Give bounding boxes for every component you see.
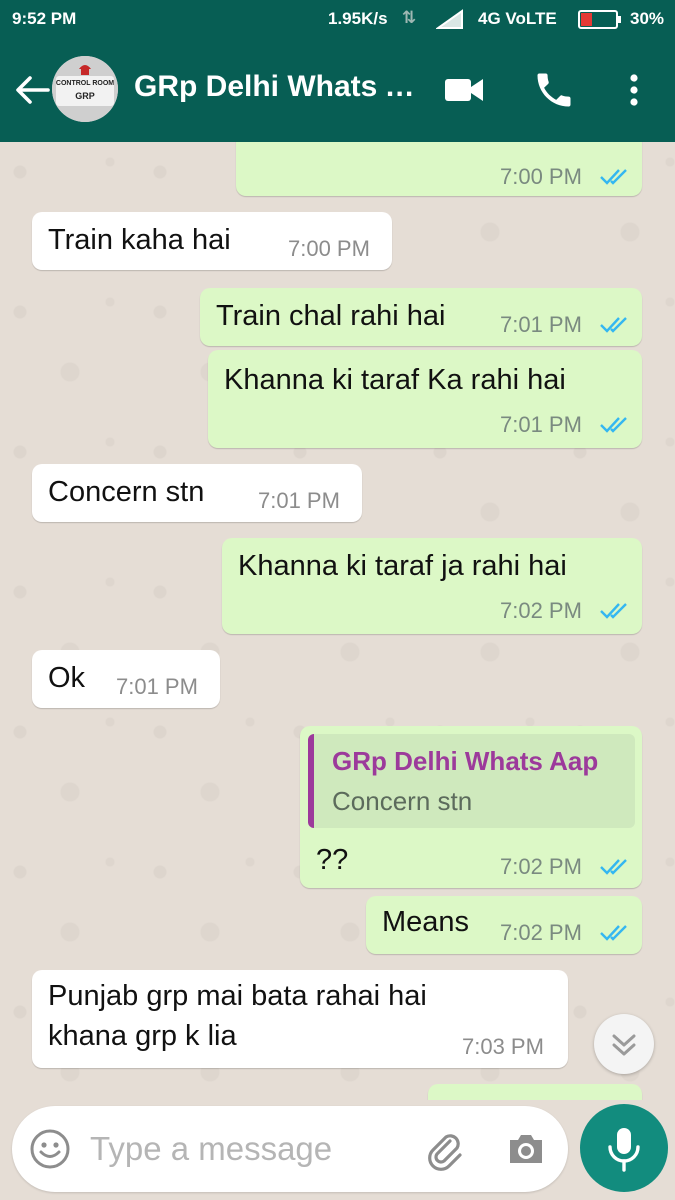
read-ticks-icon — [600, 603, 627, 619]
mic-icon — [608, 1128, 640, 1172]
camera-icon — [510, 1135, 542, 1163]
message-bubble-outgoing[interactable]: 7:00 PM — [236, 142, 642, 196]
message-time: 7:00 PM — [288, 236, 370, 261]
message-time: 7:02 PM — [500, 854, 582, 879]
message-text: ?? — [316, 844, 349, 876]
read-ticks-icon — [600, 859, 627, 875]
message-time: 7:03 PM — [462, 1034, 544, 1059]
message-bubble-incoming[interactable]: Punjab grp mai bata rahai hai khana grp … — [32, 970, 568, 1068]
message-bubble-incoming[interactable]: Concern stn 7:01 PM — [32, 464, 362, 522]
message-text: Train chal rahi hai — [216, 300, 446, 332]
message-time: 7:01 PM — [116, 674, 198, 699]
read-ticks-icon — [600, 925, 627, 941]
chat-title[interactable]: GRp Delhi Whats Aap — [134, 70, 424, 104]
read-ticks-icon — [600, 417, 627, 433]
message-time: 7:02 PM — [500, 920, 582, 945]
message-bubble-outgoing[interactable]: Khanna ki taraf Ka rahi hai 7:01 PM — [208, 350, 642, 448]
back-arrow-icon — [16, 76, 50, 104]
emoji-icon — [30, 1129, 70, 1169]
message-text: Khanna ki taraf Ka rahi hai — [224, 364, 566, 396]
message-composer — [12, 1106, 568, 1192]
chat-area[interactable]: 7:00 PM Train kaha hai 7:00 PM Train cha… — [0, 142, 675, 1100]
scroll-to-bottom-button[interactable] — [594, 1014, 654, 1074]
message-time: 7:00 PM — [500, 164, 582, 189]
voice-message-button[interactable] — [580, 1104, 668, 1192]
network-speed: 1.95K/s — [328, 9, 388, 28]
message-text: Concern stn — [48, 476, 205, 508]
message-bubble-outgoing[interactable]: Khanna ki taraf ja rahi hai 7:02 PM — [222, 538, 642, 634]
signal-icon — [436, 9, 463, 29]
quoted-message[interactable]: GRp Delhi Whats Aap Concern stn — [308, 734, 635, 828]
status-bar: 9:52 PM 1.95K/s ⇅ 4G VoLTE 30% — [0, 0, 675, 38]
message-text: Punjab grp mai bata rahai hai — [48, 980, 427, 1012]
message-time: 7:02 PM — [500, 598, 582, 623]
message-text: Means — [382, 906, 470, 938]
message-time: 7:01 PM — [500, 412, 582, 437]
message-time: 7:01 PM — [258, 488, 340, 513]
video-call-icon — [445, 79, 483, 101]
message-bubble-outgoing[interactable]: Means 7:02 PM — [366, 896, 642, 954]
phone-icon — [537, 73, 571, 107]
message-text: khana grp k lia — [48, 1020, 237, 1052]
message-bubble-outgoing[interactable]: Train chal rahi hai 7:01 PM — [200, 288, 642, 346]
more-options-button[interactable] — [612, 68, 656, 112]
back-button[interactable] — [10, 68, 54, 112]
avatar-text-top: CONTROL ROOM — [55, 80, 115, 87]
message-bubble-incoming[interactable]: Train kaha hai 7:00 PM — [32, 212, 392, 270]
status-time: 9:52 PM — [12, 9, 77, 28]
attach-button[interactable] — [422, 1127, 466, 1171]
quoted-text: Concern stn — [332, 786, 473, 816]
battery-icon — [578, 10, 621, 29]
video-call-button[interactable] — [442, 68, 486, 112]
message-text: Khanna ki taraf ja rahi hai — [238, 550, 567, 582]
message-bubble-outgoing[interactable] — [428, 1084, 642, 1100]
chat-header: CONTROL ROOM GRP GRp Delhi Whats Aap — [0, 38, 675, 142]
battery-percent: 30% — [630, 9, 665, 28]
avatar-text-bottom: GRP — [75, 91, 95, 101]
control-room-logo — [52, 56, 118, 122]
double-chevron-down-icon — [612, 1034, 636, 1056]
message-text: Ok — [48, 662, 86, 694]
quoted-sender: GRp Delhi Whats Aap — [332, 746, 599, 776]
message-bubble-outgoing[interactable]: GRp Delhi Whats Aap Concern stn ?? 7:02 … — [300, 726, 642, 888]
message-text: Train kaha hai — [48, 224, 231, 256]
message-time: 7:01 PM — [500, 312, 582, 337]
read-ticks-icon — [600, 169, 627, 185]
camera-button[interactable] — [504, 1127, 548, 1171]
network-type: 4G VoLTE — [478, 9, 557, 28]
attach-icon — [428, 1134, 462, 1171]
message-input[interactable] — [90, 1124, 390, 1174]
avatar[interactable]: CONTROL ROOM GRP — [52, 56, 118, 122]
more-vert-icon — [630, 74, 638, 106]
message-bubble-incoming[interactable]: Ok 7:01 PM — [32, 650, 220, 708]
data-arrows-icon: ⇅ — [402, 8, 417, 27]
emoji-button[interactable] — [28, 1127, 72, 1171]
voice-call-button[interactable] — [532, 68, 576, 112]
read-ticks-icon — [600, 317, 627, 333]
